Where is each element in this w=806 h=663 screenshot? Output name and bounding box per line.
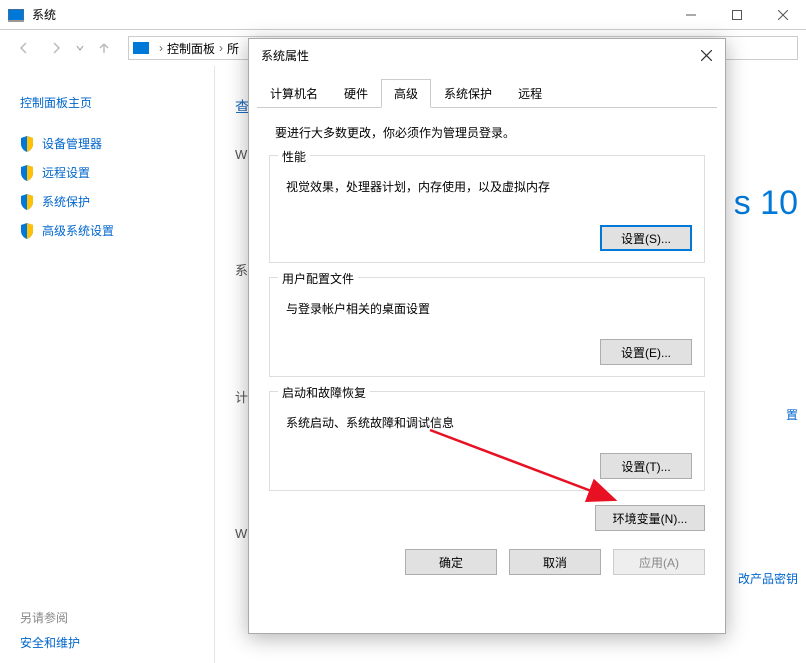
admin-notice: 要进行大多数更改，你必须作为管理员登录。 bbox=[275, 124, 705, 141]
close-button[interactable] bbox=[760, 0, 806, 30]
sidebar-item-label: 高级系统设置 bbox=[42, 222, 114, 239]
tab-advanced[interactable]: 高级 bbox=[381, 79, 431, 108]
chevron-right-icon: › bbox=[219, 41, 223, 55]
forward-button[interactable] bbox=[44, 36, 68, 60]
history-dropdown[interactable] bbox=[72, 44, 88, 52]
startup-recovery-group: 启动和故障恢复 系统启动、系统故障和调试信息 设置(T)... bbox=[269, 391, 705, 491]
see-also-title: 另请参阅 bbox=[20, 609, 80, 626]
group-title: 启动和故障恢复 bbox=[278, 384, 370, 401]
tab-bar: 计算机名 硬件 高级 系统保护 远程 bbox=[249, 71, 725, 108]
performance-settings-button[interactable]: 设置(S)... bbox=[600, 225, 692, 251]
group-description: 与登录帐户相关的桌面设置 bbox=[286, 300, 692, 317]
group-description: 视觉效果，处理器计划，内存使用，以及虚拟内存 bbox=[286, 178, 692, 195]
minimize-button[interactable] bbox=[668, 0, 714, 30]
sidebar-item-remote[interactable]: 远程设置 bbox=[0, 158, 214, 187]
apply-button[interactable]: 应用(A) bbox=[613, 549, 705, 575]
group-description: 系统启动、系统故障和调试信息 bbox=[286, 414, 692, 431]
sidebar-item-label: 系统保护 bbox=[42, 193, 90, 210]
maximize-button[interactable] bbox=[714, 0, 760, 30]
chevron-right-icon: › bbox=[159, 41, 163, 55]
shield-icon bbox=[20, 136, 34, 152]
see-also: 另请参阅 安全和维护 bbox=[20, 609, 80, 651]
back-button[interactable] bbox=[12, 36, 36, 60]
group-title: 性能 bbox=[278, 148, 310, 165]
dialog-title: 系统属性 bbox=[261, 47, 693, 64]
sidebar-item-label: 远程设置 bbox=[42, 164, 90, 181]
breadcrumb-root[interactable]: 控制面板 bbox=[167, 40, 215, 57]
window-controls bbox=[668, 0, 806, 30]
shield-icon bbox=[20, 165, 34, 181]
sidebar: 控制面板主页 设备管理器 远程设置 系统保护 高级系统设置 另请参阅 安全和维护 bbox=[0, 66, 215, 663]
group-title: 用户配置文件 bbox=[278, 270, 358, 287]
window-title: 系统 bbox=[32, 6, 668, 23]
tab-system-protection[interactable]: 系统保护 bbox=[431, 79, 505, 108]
shield-icon bbox=[20, 223, 34, 239]
tab-hardware[interactable]: 硬件 bbox=[331, 79, 381, 108]
dialog-close-button[interactable] bbox=[693, 42, 719, 68]
sidebar-item-advanced[interactable]: 高级系统设置 bbox=[0, 216, 214, 245]
windows-10-logo-text: s 10 bbox=[734, 184, 798, 223]
breadcrumb-sub[interactable]: 所 bbox=[227, 40, 239, 57]
system-icon bbox=[8, 9, 24, 21]
titlebar: 系统 bbox=[0, 0, 806, 30]
tab-remote[interactable]: 远程 bbox=[505, 79, 555, 108]
sidebar-item-device-manager[interactable]: 设备管理器 bbox=[0, 129, 214, 158]
product-key-link-fragment[interactable]: 改产品密钥 bbox=[738, 570, 798, 587]
cancel-button[interactable]: 取消 bbox=[509, 549, 601, 575]
shield-icon bbox=[20, 194, 34, 210]
system-properties-dialog: 系统属性 计算机名 硬件 高级 系统保护 远程 要进行大多数更改，你必须作为管理… bbox=[248, 38, 726, 634]
environment-variables-button[interactable]: 环境变量(N)... bbox=[595, 505, 705, 531]
sidebar-item-label: 设备管理器 bbox=[42, 135, 102, 152]
see-also-link[interactable]: 安全和维护 bbox=[20, 634, 80, 651]
up-button[interactable] bbox=[92, 36, 116, 60]
user-profiles-group: 用户配置文件 与登录帐户相关的桌面设置 设置(E)... bbox=[269, 277, 705, 377]
dialog-titlebar: 系统属性 bbox=[249, 39, 725, 71]
user-profiles-settings-button[interactable]: 设置(E)... bbox=[600, 339, 692, 365]
startup-recovery-settings-button[interactable]: 设置(T)... bbox=[600, 453, 692, 479]
sidebar-title[interactable]: 控制面板主页 bbox=[0, 86, 214, 129]
performance-group: 性能 视觉效果，处理器计划，内存使用，以及虚拟内存 设置(S)... bbox=[269, 155, 705, 263]
tab-computer-name[interactable]: 计算机名 bbox=[257, 79, 331, 108]
sidebar-item-protection[interactable]: 系统保护 bbox=[0, 187, 214, 216]
dialog-footer: 确定 取消 应用(A) bbox=[249, 539, 725, 589]
main-link-fragment[interactable]: 置 bbox=[786, 406, 798, 423]
monitor-icon bbox=[133, 42, 149, 54]
dialog-body: 要进行大多数更改，你必须作为管理员登录。 性能 视觉效果，处理器计划，内存使用，… bbox=[249, 108, 725, 539]
ok-button[interactable]: 确定 bbox=[405, 549, 497, 575]
